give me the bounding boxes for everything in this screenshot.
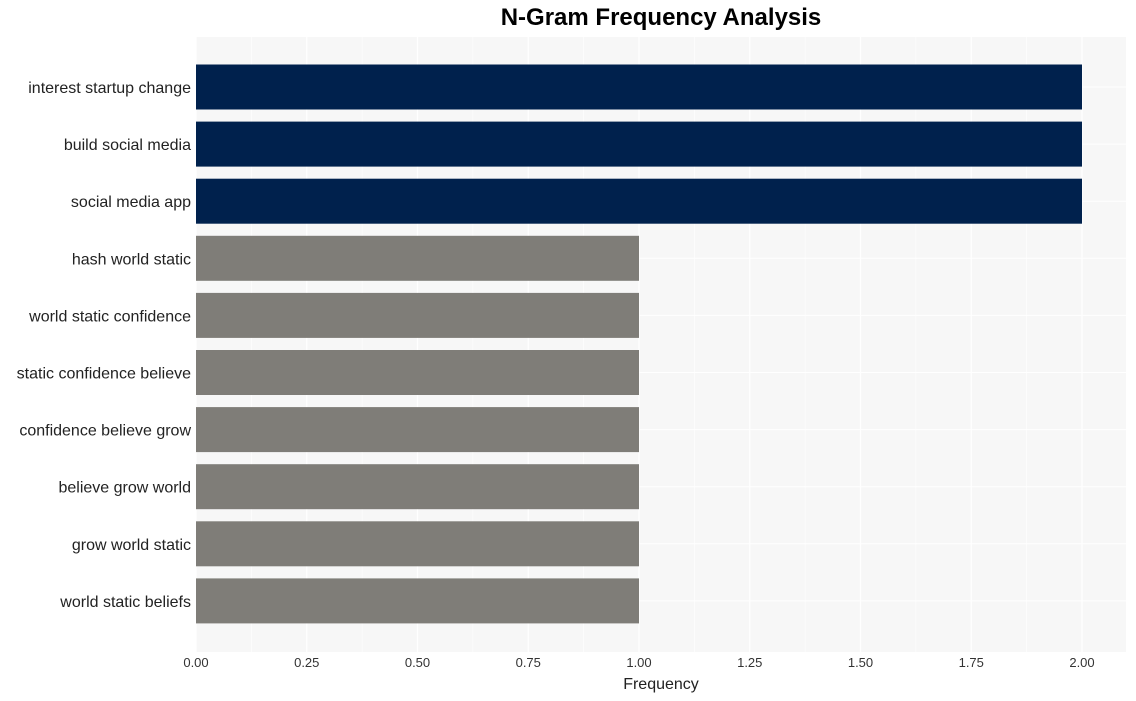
y-tick-label: hash world static [72,251,191,268]
bar-chart: interest startup change build social medi… [17,37,1126,693]
y-tick-label: world static beliefs [59,594,191,611]
y-tick-labels: interest startup change build social medi… [17,80,192,611]
bar [196,292,639,338]
y-tick-label: grow world static [72,537,191,554]
bar [196,521,639,567]
bar [196,178,1082,224]
x-tick-label: 2.00 [1069,655,1094,670]
x-tick-label: 1.50 [848,655,873,670]
y-tick-label: social media app [71,194,191,211]
x-tick-label: 1.00 [626,655,651,670]
bar [196,64,1082,110]
x-axis-label: Frequency [623,676,699,693]
x-tick-label: 1.25 [737,655,762,670]
bar [196,350,639,395]
bar [196,578,639,624]
x-tick-label: 1.75 [959,655,984,670]
y-tick-label: confidence believe grow [19,423,191,440]
bar [196,407,639,453]
y-tick-label: build social media [64,137,191,154]
bar [196,235,639,281]
x-tick-label: 0.00 [183,655,208,670]
y-tick-label: interest startup change [28,80,191,97]
bar [196,121,1082,167]
y-tick-label: static confidence believe [17,366,191,383]
y-tick-label: world static confidence [28,308,191,325]
x-tick-label: 0.50 [405,655,430,670]
x-tick-label: 0.75 [516,655,541,670]
y-tick-label: believe grow world [58,480,191,497]
x-tick-labels: 0.00 0.25 0.50 0.75 1.00 1.25 1.50 1.75 2.00 [183,655,1094,670]
x-tick-label: 0.25 [294,655,319,670]
bar [196,464,639,510]
